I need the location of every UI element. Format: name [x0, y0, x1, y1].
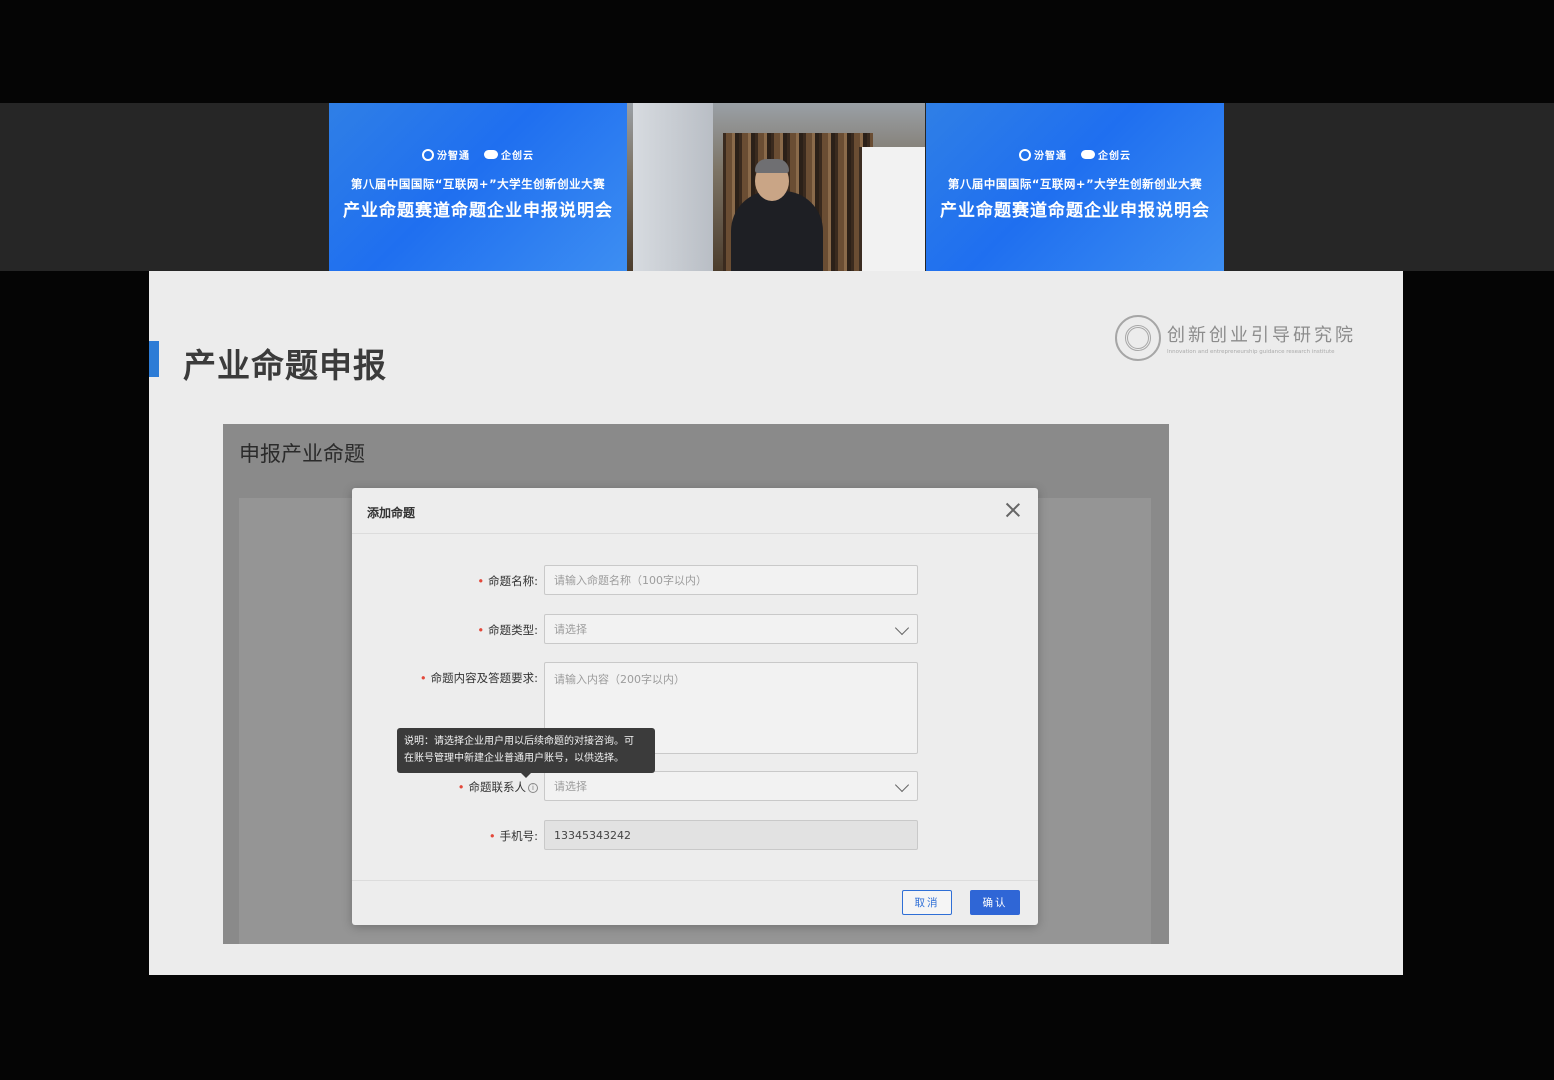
type-label-text: 命题类型: — [488, 623, 538, 637]
logo-right-text-r: 企创云 — [1098, 151, 1131, 162]
topic-type-placeholder: 请选择 — [554, 623, 587, 636]
required-mark: • — [477, 623, 485, 637]
phone-input: 13345343242 — [544, 820, 918, 850]
contact-label: • 命题联系人 i — [458, 779, 538, 795]
logo-right-r: 企创云 — [1081, 147, 1131, 162]
video-tile-banner-right[interactable]: 汾智通 企创云 第八届中国国际“互联网+”大学生创新创业大赛 产业命题赛道命题企… — [926, 103, 1224, 271]
required-mark: • — [457, 780, 465, 794]
embedded-screenshot: 申报产业命题 添加命题 • 命题名称: 请输入命题名称（100字以内） • 命题类型… — [223, 424, 1169, 944]
close-icon[interactable] — [1004, 501, 1022, 519]
contact-label-text: 命题联系人 — [468, 780, 527, 794]
page-title: 申报产业命题 — [239, 442, 365, 466]
required-mark: • — [488, 829, 496, 843]
camera-speaker-body — [731, 191, 823, 271]
meeting-window: 汾智通 企创云 第八届中国国际“互联网+”大学生创新创业大赛 产业命题赛道命题企… — [0, 0, 1554, 1080]
cancel-button[interactable]: 取消 — [902, 890, 952, 915]
title-accent-bar — [149, 341, 159, 377]
logo-left-text-r: 汾智通 — [1034, 151, 1067, 162]
confirm-button[interactable]: 确认 — [970, 890, 1020, 915]
logo-left-text: 汾智通 — [437, 151, 470, 162]
banner-line1: 第八届中国国际“互联网+”大学生创新创业大赛 — [350, 177, 606, 191]
name-label-text: 命题名称: — [488, 574, 538, 588]
chevron-down-icon — [894, 620, 910, 636]
dialog-header: 添加命题 — [352, 488, 1038, 534]
logo-dot-icon — [422, 148, 434, 161]
banner-line1-right: 第八届中国国际“互联网+”大学生创新创业大赛 — [947, 177, 1203, 191]
logo-dot-icon — [1019, 148, 1031, 161]
slide-title: 产业命题申报 — [183, 346, 387, 385]
name-label: • 命题名称: — [477, 573, 538, 589]
institute-name-cn: 创新创业引导研究院 — [1167, 325, 1356, 346]
logo-right: 企创云 — [484, 147, 534, 162]
logo-right-text: 企创云 — [501, 151, 534, 162]
banner-line2-right: 产业命题赛道命题企业申报说明会 — [940, 201, 1210, 221]
tooltip-line1: 说明：请选择企业用户用以后续命题的对接咨询。可 — [404, 736, 634, 747]
topic-content-placeholder: 请输入内容（200字以内） — [554, 673, 685, 686]
logo-left: 汾智通 — [422, 147, 470, 162]
tooltip-line2: 在账号管理中新建企业普通用户账号，以供选择。 — [404, 753, 624, 764]
phone-value: 13345343242 — [554, 828, 631, 842]
camera-speaker-hair — [755, 159, 789, 173]
content-label: • 命题内容及答题要求: — [420, 670, 538, 686]
topic-contact-placeholder: 请选择 — [554, 780, 587, 793]
logo-left-r: 汾智通 — [1019, 147, 1067, 162]
cloud-icon — [1081, 150, 1095, 159]
topic-type-select[interactable]: 请选择 — [544, 614, 918, 644]
shared-slide: 产业命题申报 创新创业引导研究院 Innovation and entrepre… — [149, 271, 1403, 975]
seal-inner — [1125, 325, 1151, 351]
banner-logos-right: 汾智通 企创云 — [926, 147, 1224, 162]
camera-whiteboard — [859, 147, 925, 271]
seal-icon — [1115, 315, 1161, 361]
add-topic-dialog: 添加命题 • 命题名称: 请输入命题名称（100字以内） • 命题类型: 请选择 •… — [352, 488, 1038, 925]
content-label-text: 命题内容及答题要求: — [430, 671, 538, 685]
phone-label-text: 手机号: — [499, 829, 538, 843]
video-tile-banner-left[interactable]: 汾智通 企创云 第八届中国国际“互联网+”大学生创新创业大赛 产业命题赛道命题企… — [329, 103, 627, 271]
banner-logos: 汾智通 企创云 — [329, 147, 627, 162]
institute-text: 创新创业引导研究院 Innovation and entrepreneurshi… — [1167, 321, 1356, 355]
cloud-icon — [484, 150, 498, 159]
chevron-down-icon — [894, 777, 910, 793]
dialog-footer: 取消 确认 — [352, 880, 1038, 925]
required-mark: • — [419, 671, 427, 685]
institute-name-en: Innovation and entrepreneurship guidance… — [1167, 349, 1335, 355]
contact-tooltip: 说明：请选择企业用户用以后续命题的对接咨询。可 在账号管理中新建企业普通用户账号… — [397, 728, 655, 778]
camera-window — [633, 103, 713, 271]
topic-name-placeholder: 请输入命题名称（100字以内） — [554, 574, 707, 587]
topic-contact-select[interactable]: 请选择 — [544, 771, 918, 801]
dialog-title: 添加命题 — [367, 506, 416, 520]
info-icon[interactable]: i — [528, 783, 538, 793]
institute-logo: 创新创业引导研究院 Innovation and entrepreneurshi… — [1115, 315, 1356, 361]
topic-name-input[interactable]: 请输入命题名称（100字以内） — [544, 565, 918, 595]
banner-line2: 产业命题赛道命题企业申报说明会 — [343, 201, 613, 221]
required-mark: • — [477, 574, 485, 588]
video-tile-speaker[interactable] — [627, 103, 925, 271]
phone-label: • 手机号: — [489, 828, 538, 844]
type-label: • 命题类型: — [477, 622, 538, 638]
